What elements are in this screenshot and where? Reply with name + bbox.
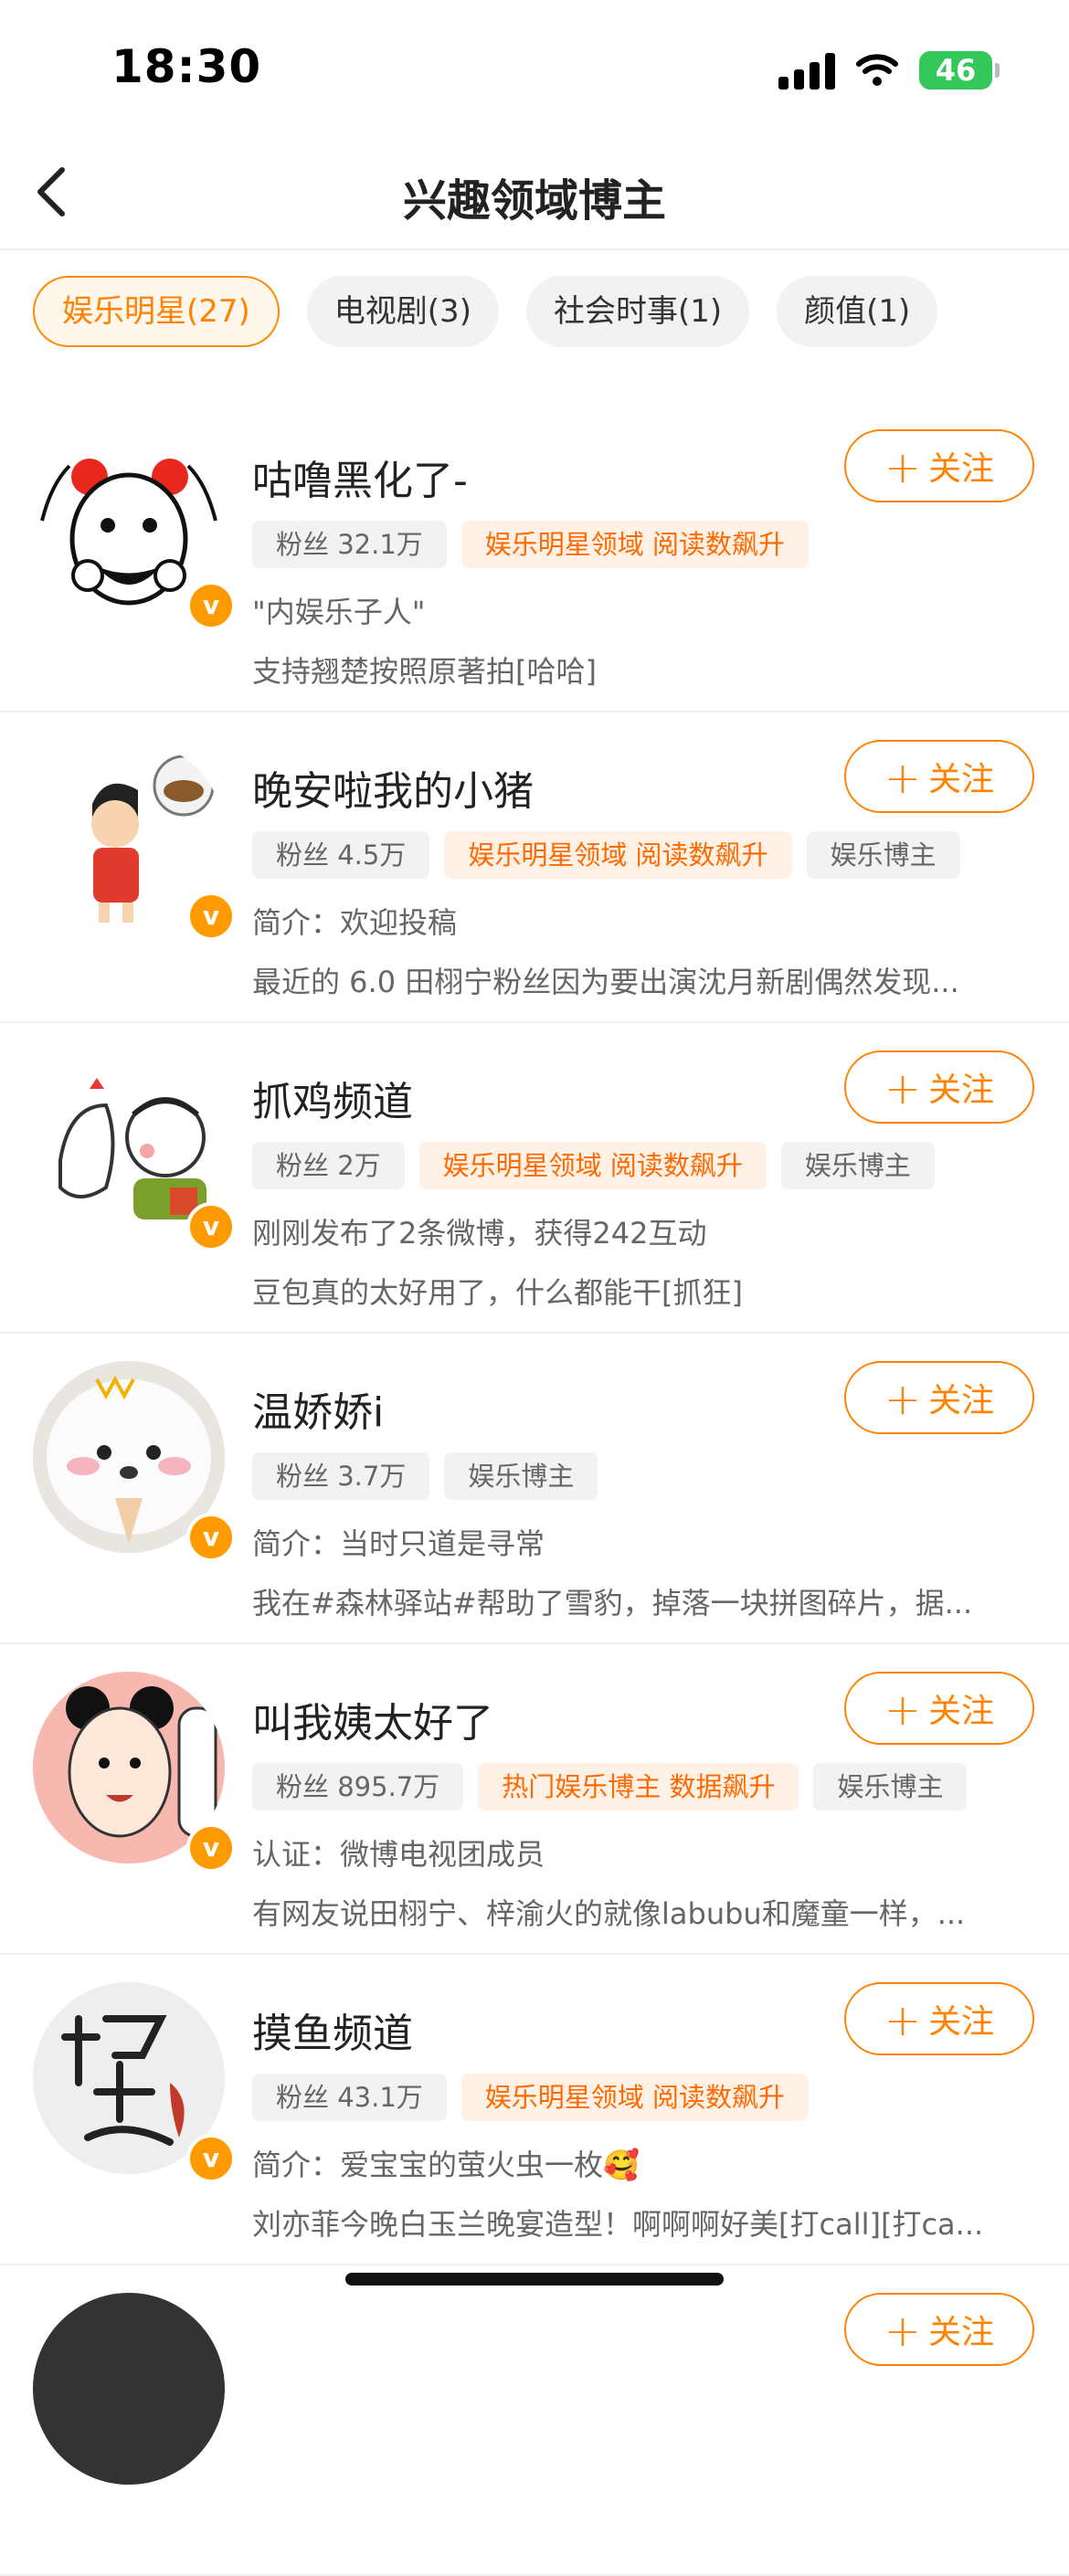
- plus-icon: +: [884, 2306, 922, 2357]
- blogger-intro: "内娱乐子人": [252, 595, 426, 629]
- blogger-name[interactable]: 咕噜黑化了-: [252, 448, 468, 506]
- tag-list: 粉丝 32.1万 娱乐明星领域 阅读数飙升: [252, 521, 810, 568]
- follow-label: 关注: [928, 2314, 995, 2351]
- follow-label: 关注: [928, 2003, 995, 2041]
- latest-post-preview: 支持翘楚按照原著拍[哈哈]: [252, 654, 597, 689]
- follow-button[interactable]: + 关注: [844, 1050, 1034, 1124]
- fans-count-tag: 粉丝 3.7万: [252, 1452, 430, 1500]
- plus-icon: +: [884, 1684, 922, 1736]
- tab-tv-series[interactable]: 电视剧(3): [306, 276, 499, 347]
- blogger-intro: 简介：当时只道是寻常: [252, 1526, 545, 1561]
- follow-label: 关注: [928, 1072, 995, 1109]
- follow-label: 关注: [928, 450, 995, 488]
- tag-list: 粉丝 43.1万 娱乐明星领域 阅读数飙升: [252, 2074, 810, 2121]
- nav-bar: 兴趣领域博主: [0, 137, 1069, 250]
- verified-badge-icon: v: [186, 1513, 236, 1562]
- follow-button[interactable]: + 关注: [844, 740, 1034, 813]
- category-tag: 娱乐博主: [813, 1763, 968, 1811]
- latest-post-preview: 有网友说田栩宁、梓渝火的就像labubu和魔童一样，...: [252, 1896, 966, 1931]
- follow-button[interactable]: + 关注: [844, 1361, 1034, 1434]
- list-item[interactable]: v 晚安啦我的小猪 + 关注 粉丝 4.5万 娱乐明星领域 阅读数飙升 娱乐博主 …: [0, 713, 1069, 1023]
- fans-count-tag: 粉丝 32.1万: [252, 521, 447, 568]
- list-item[interactable]: + 关注: [0, 2265, 1069, 2576]
- follow-button[interactable]: + 关注: [844, 429, 1034, 502]
- tag-list: 粉丝 3.7万 娱乐博主: [252, 1452, 598, 1500]
- blogger-name[interactable]: 晚安啦我的小猪: [252, 758, 534, 817]
- tag-list: 粉丝 895.7万 热门娱乐博主 数据飙升 娱乐博主: [252, 1763, 968, 1811]
- tag-list: 粉丝 2万 娱乐明星领域 阅读数飙升 娱乐博主: [252, 1142, 935, 1189]
- domain-tag: 娱乐明星领域 阅读数飙升: [418, 1142, 767, 1189]
- blogger-name[interactable]: 温娇娇i: [252, 1379, 384, 1438]
- domain-tag: 娱乐明星领域 阅读数飙升: [460, 521, 810, 568]
- verified-badge-icon: v: [186, 2134, 236, 2183]
- category-tabs: 娱乐明星(27) 电视剧(3) 社会时事(1) 颜值(1): [33, 276, 938, 347]
- blogger-intro: 刚刚发布了2条微博，获得242互动: [252, 1216, 707, 1251]
- verified-badge-icon: v: [186, 581, 236, 630]
- domain-tag: 娱乐明星领域 阅读数飙升: [460, 2074, 810, 2121]
- battery-icon: 46: [919, 51, 992, 90]
- plus-icon: +: [884, 753, 922, 804]
- plus-icon: +: [884, 442, 922, 493]
- verified-badge-icon: v: [186, 1202, 236, 1251]
- follow-button[interactable]: + 关注: [844, 1982, 1034, 2055]
- blogger-intro: 简介：欢迎投稿: [252, 905, 458, 940]
- home-indicator: [345, 2273, 724, 2286]
- blogger-name[interactable]: 叫我姨太好了: [252, 1690, 493, 1748]
- fans-count-tag: 粉丝 4.5万: [252, 831, 430, 879]
- list-item[interactable]: v 抓鸡频道 + 关注 粉丝 2万 娱乐明星领域 阅读数飙升 娱乐博主 刚刚发布了…: [0, 1023, 1069, 1334]
- category-tag: 娱乐博主: [806, 831, 960, 879]
- tag-list: 粉丝 4.5万 娱乐明星领域 阅读数飙升 娱乐博主: [252, 831, 960, 879]
- follow-label: 关注: [928, 761, 995, 798]
- list-item[interactable]: v 叫我姨太好了 + 关注 粉丝 895.7万 热门娱乐博主 数据飙升 娱乐博主 …: [0, 1644, 1069, 1955]
- fans-count-tag: 粉丝 2万: [252, 1142, 405, 1189]
- battery-tip: [995, 63, 1000, 78]
- latest-post-preview: 刘亦菲今晚白玉兰晚宴造型！啊啊啊好美[打call][打ca...: [252, 2207, 984, 2242]
- latest-post-preview: 最近的 6.0 田栩宁粉丝因为要出演沈月新剧偶然发现...: [252, 965, 959, 999]
- verified-badge-icon: v: [186, 892, 236, 941]
- follow-button[interactable]: + 关注: [844, 2293, 1034, 2366]
- domain-tag: 热门娱乐博主 数据飙升: [478, 1763, 799, 1811]
- tab-current-affairs[interactable]: 社会时事(1): [525, 276, 750, 347]
- domain-tag: 娱乐明星领域 阅读数飙升: [444, 831, 792, 879]
- fans-count-tag: 粉丝 895.7万: [252, 1763, 464, 1811]
- plus-icon: +: [884, 1063, 922, 1114]
- status-time: 18:30: [111, 40, 262, 93]
- list-item[interactable]: v 温娇娇i + 关注 粉丝 3.7万 娱乐博主 简介：当时只道是寻常 我在#森林…: [0, 1334, 1069, 1644]
- follow-label: 关注: [928, 1693, 995, 1730]
- page-title: 兴趣领域博主: [402, 175, 666, 227]
- latest-post-preview: 豆包真的太好用了，什么都能干[抓狂]: [252, 1275, 743, 1310]
- blogger-intro: 简介：爱宝宝的萤火虫一枚🥰: [252, 2148, 640, 2182]
- follow-button[interactable]: + 关注: [844, 1672, 1034, 1745]
- latest-post-preview: 我在#森林驿站#帮助了雪豹，掉落一块拼图碎片，据...: [252, 1586, 973, 1621]
- wifi-icon: [856, 54, 898, 86]
- status-bar: 18:30 46: [0, 0, 1069, 137]
- blogger-list: v 咕噜黑化了- + 关注 粉丝 32.1万 娱乐明星领域 阅读数飙升 "内娱乐子…: [0, 402, 1069, 2576]
- blogger-name[interactable]: 摸鱼频道: [252, 2001, 413, 2059]
- verified-badge-icon: v: [186, 1823, 236, 1873]
- follow-label: 关注: [928, 1382, 995, 1420]
- category-tag: 娱乐博主: [444, 1452, 598, 1500]
- plus-icon: +: [884, 1995, 922, 2046]
- blogger-name[interactable]: 抓鸡频道: [252, 1069, 413, 1127]
- tab-entertainment-stars[interactable]: 娱乐明星(27): [33, 276, 280, 347]
- plus-icon: +: [884, 1374, 922, 1425]
- list-item[interactable]: v 摸鱼频道 + 关注 粉丝 43.1万 娱乐明星领域 阅读数飙升 简介：爱宝宝的…: [0, 1955, 1069, 2265]
- category-tag: 娱乐博主: [780, 1142, 935, 1189]
- avatar[interactable]: [33, 2293, 225, 2485]
- list-item[interactable]: v 咕噜黑化了- + 关注 粉丝 32.1万 娱乐明星领域 阅读数飙升 "内娱乐子…: [0, 402, 1069, 713]
- fans-count-tag: 粉丝 43.1万: [252, 2074, 447, 2121]
- cellular-signal-icon: [778, 53, 837, 90]
- blogger-intro: 认证：微博电视团成员: [252, 1837, 545, 1872]
- tab-looks[interactable]: 颜值(1): [777, 276, 938, 347]
